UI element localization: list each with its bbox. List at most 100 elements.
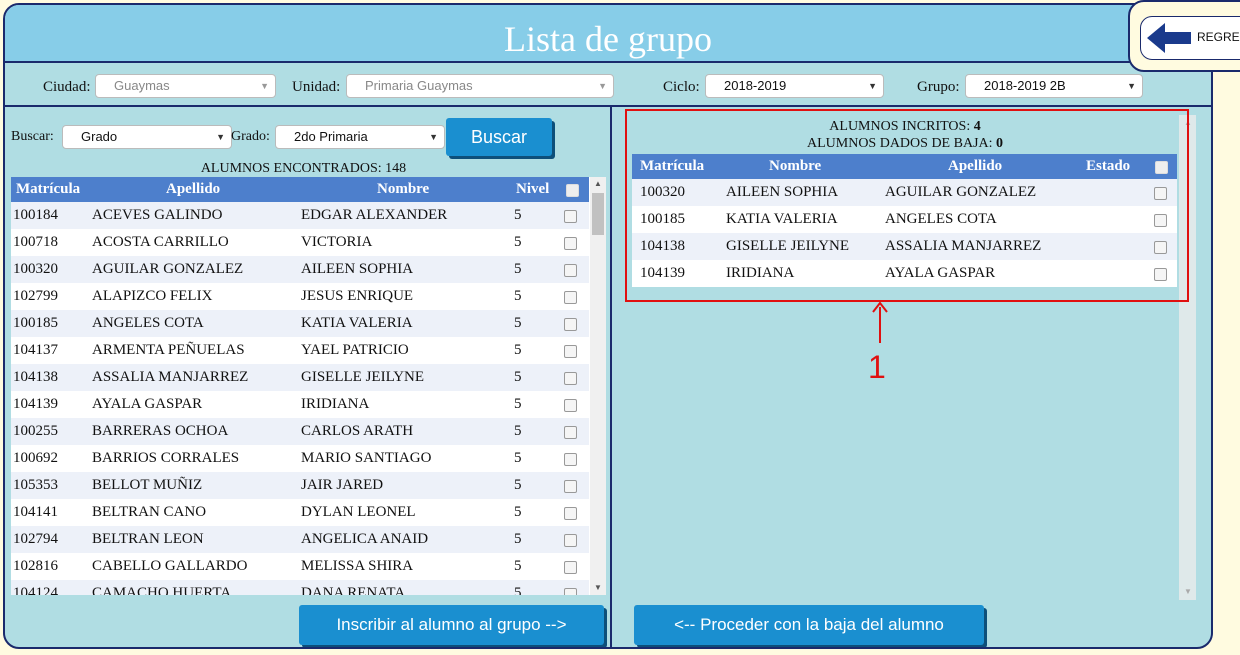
cell-nombre: AILEEN SOPHIA: [301, 261, 414, 277]
chevron-down-icon: ▼: [429, 132, 438, 142]
table-row[interactable]: 104137 ARMENTA PEÑUELAS YAEL PATRICIO 5: [11, 337, 589, 364]
cell-matricula: 105353: [13, 477, 58, 493]
buscar-label: Buscar:: [11, 129, 54, 144]
cell-nivel: 5: [514, 261, 522, 277]
cell-nombre: VICTORIA: [301, 234, 373, 250]
regresar-label: REGRESAR: [1197, 30, 1240, 44]
row-checkbox[interactable]: [564, 210, 577, 223]
cell-matricula: 104137: [13, 342, 58, 358]
col-nombre: Nombre: [377, 181, 430, 197]
table-row[interactable]: 102794 BELTRAN LEON ANGELICA ANAID 5: [11, 526, 589, 553]
title-bar: Lista de grupo: [5, 5, 1211, 63]
grupo-select[interactable]: 2018-2019 2B ▼: [965, 74, 1143, 98]
buscar-select[interactable]: Grado ▼: [62, 125, 232, 149]
grado-select[interactable]: 2do Primaria ▼: [275, 125, 445, 149]
cell-apellido: CABELLO GALLARDO: [92, 558, 248, 574]
cell-apellido: BARRIOS CORRALES: [92, 450, 240, 466]
ciudad-select[interactable]: Guaymas ▼: [95, 74, 276, 98]
grado-label: Grado:: [231, 129, 270, 144]
row-checkbox[interactable]: [564, 291, 577, 304]
row-checkbox[interactable]: [564, 426, 577, 439]
unidad-select[interactable]: Primaria Guaymas ▼: [346, 74, 614, 98]
cell-apellido: BELTRAN CANO: [92, 504, 207, 520]
ciclo-select-value: 2018-2019: [724, 78, 787, 93]
grupo-select-value: 2018-2019 2B: [984, 78, 1066, 93]
table-row[interactable]: 100255 BARRERAS OCHOA CARLOS ARATH 5: [11, 418, 589, 445]
annotation-number: 1: [868, 349, 886, 385]
cell-matricula: 100692: [13, 450, 58, 466]
cell-nivel: 5: [514, 342, 522, 358]
col-apellido: Apellido: [166, 181, 221, 197]
table-row[interactable]: 104124 CAMACHO HUERTA DANA RENATA 5: [11, 580, 589, 595]
select-all-checkbox[interactable]: [566, 184, 579, 197]
chevron-down-icon: ▼: [260, 81, 269, 91]
row-checkbox[interactable]: [564, 453, 577, 466]
row-checkbox[interactable]: [564, 237, 577, 250]
ciclo-select[interactable]: 2018-2019 ▼: [705, 74, 884, 98]
col-nivel: Nivel: [516, 181, 550, 197]
table-row[interactable]: 100184 ACEVES GALINDO EDGAR ALEXANDER 5: [11, 202, 589, 229]
row-checkbox[interactable]: [564, 345, 577, 358]
cell-apellido: ANGELES COTA: [92, 315, 204, 331]
cell-nombre: DYLAN LEONEL: [301, 504, 416, 520]
cell-apellido: BARRERAS OCHOA: [92, 423, 229, 439]
cell-apellido: BELLOT MUÑIZ: [92, 477, 203, 493]
scroll-up-icon[interactable]: ▲: [594, 179, 602, 188]
cell-nivel: 5: [514, 396, 522, 412]
chevron-down-icon: ▼: [868, 81, 877, 91]
cell-apellido: CAMACHO HUERTA: [92, 585, 232, 595]
cell-nivel: 5: [514, 234, 522, 250]
buscar-select-value: Grado: [81, 129, 118, 144]
table-row[interactable]: 100320 AGUILAR GONZALEZ AILEEN SOPHIA 5: [11, 256, 589, 283]
row-checkbox[interactable]: [564, 264, 577, 277]
students-table: Matrícula Apellido Nombre Nivel 100184 AC…: [11, 177, 606, 595]
row-checkbox[interactable]: [564, 399, 577, 412]
table-row[interactable]: 104138 ASSALIA MANJARREZ GISELLE JEILYNE 5: [11, 364, 589, 391]
arrow-up-icon: [872, 301, 888, 313]
baja-button[interactable]: <-- Proceder con la baja del alumno: [634, 605, 984, 645]
buscar-button[interactable]: Buscar: [446, 118, 552, 156]
left-scrollbar[interactable]: ▲ ▼: [590, 177, 606, 595]
ciudad-label: Ciudad:: [43, 79, 91, 95]
cell-apellido: ALAPIZCO FELIX: [92, 288, 213, 304]
row-checkbox[interactable]: [564, 534, 577, 547]
found-count: ALUMNOS ENCONTRADOS: 148: [200, 161, 407, 176]
row-checkbox[interactable]: [564, 372, 577, 385]
table-header: Matrícula Apellido Nombre Nivel: [11, 177, 589, 202]
cell-matricula: 104141: [13, 504, 58, 520]
scroll-down-icon[interactable]: ▼: [594, 583, 602, 592]
row-checkbox[interactable]: [564, 480, 577, 493]
table-row[interactable]: 105353 BELLOT MUÑIZ JAIR JARED 5: [11, 472, 589, 499]
cell-nombre: MELISSA SHIRA: [301, 558, 414, 574]
cell-nombre: DANA RENATA: [301, 585, 406, 595]
table-row[interactable]: 102799 ALAPIZCO FELIX JESUS ENRIQUE 5: [11, 283, 589, 310]
cell-apellido: BELTRAN LEON: [92, 531, 204, 547]
row-checkbox[interactable]: [564, 318, 577, 331]
cell-nivel: 5: [514, 207, 522, 223]
cell-matricula: 104139: [13, 396, 58, 412]
regresar-button[interactable]: REGRESAR: [1128, 0, 1240, 72]
row-checkbox[interactable]: [564, 561, 577, 574]
cell-apellido: AYALA GASPAR: [92, 396, 203, 412]
table-row[interactable]: 100692 BARRIOS CORRALES MARIO SANTIAGO 5: [11, 445, 589, 472]
cell-apellido: ACOSTA CARRILLO: [92, 234, 229, 250]
table-row[interactable]: 100185 ANGELES COTA KATIA VALERIA 5: [11, 310, 589, 337]
cell-matricula: 102794: [13, 531, 58, 547]
cell-nombre: JAIR JARED: [301, 477, 384, 493]
cell-matricula: 104138: [13, 369, 58, 385]
row-checkbox[interactable]: [564, 507, 577, 520]
cell-nombre: YAEL PATRICIO: [301, 342, 409, 358]
cell-nombre: ANGELICA ANAID: [301, 531, 429, 547]
unidad-select-value: Primaria Guaymas: [365, 78, 473, 93]
cell-nivel: 5: [514, 369, 522, 385]
scroll-down-icon[interactable]: ▼: [1184, 587, 1192, 596]
table-row[interactable]: 100718 ACOSTA CARRILLO VICTORIA 5: [11, 229, 589, 256]
grupo-label: Grupo:: [917, 79, 960, 95]
table-row[interactable]: 104139 AYALA GASPAR IRIDIANA 5: [11, 391, 589, 418]
row-checkbox[interactable]: [564, 588, 577, 595]
cell-nivel: 5: [514, 315, 522, 331]
table-row[interactable]: 102816 CABELLO GALLARDO MELISSA SHIRA 5: [11, 553, 589, 580]
inscribir-button[interactable]: Inscribir al alumno al grupo -->: [299, 605, 604, 645]
scroll-thumb[interactable]: [592, 193, 604, 235]
table-row[interactable]: 104141 BELTRAN CANO DYLAN LEONEL 5: [11, 499, 589, 526]
